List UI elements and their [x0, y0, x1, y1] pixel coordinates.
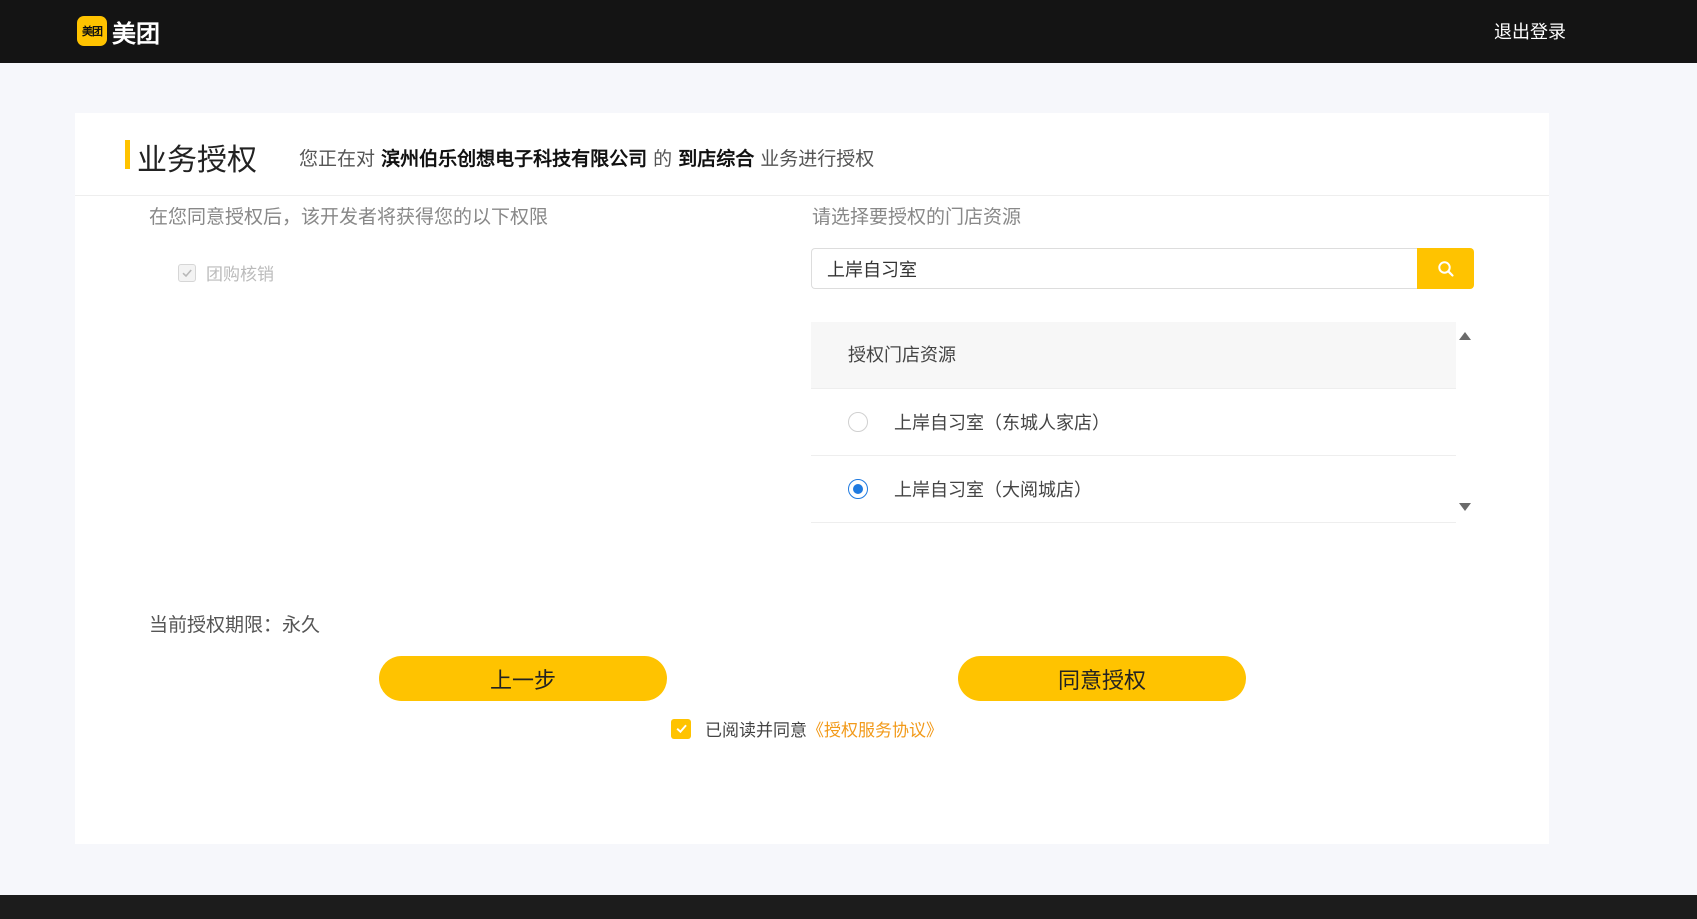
company-name: 滨州伯乐创想电子科技有限公司	[381, 148, 648, 170]
store-row[interactable]: 上岸自习室（大阅城店）	[811, 456, 1456, 523]
subtitle-suffix: 业务进行授权	[760, 148, 875, 170]
store-select-intro: 请选择要授权的门店资源	[812, 206, 1022, 228]
page-title: 业务授权	[137, 143, 257, 178]
radio-dot	[853, 484, 863, 494]
check-icon	[182, 268, 192, 277]
agreement-row: 已阅读并同意 《授权服务协议》	[671, 716, 943, 741]
store-search-input[interactable]	[811, 248, 1417, 289]
top-bar: 美团 美团 退出登录	[0, 0, 1697, 63]
check-icon	[676, 724, 687, 734]
authorization-period: 当前授权期限：永久	[149, 614, 321, 636]
footer-bar	[0, 895, 1697, 919]
previous-step-button[interactable]: 上一步	[379, 656, 667, 701]
subtitle-middle: 的	[653, 148, 673, 170]
authorization-card: 业务授权 您正在对 滨州伯乐创想电子科技有限公司 的 到店综合 业务进行授权 在…	[75, 113, 1549, 844]
scroll-up-icon[interactable]	[1459, 332, 1471, 340]
title-accent-bar	[125, 140, 130, 169]
logo-badge: 美团	[77, 16, 107, 46]
store-row[interactable]: 上岸自习室（东城人家店）	[811, 389, 1456, 456]
agree-authorize-button[interactable]: 同意授权	[958, 656, 1246, 701]
business-name: 到店综合	[678, 148, 755, 170]
logout-link[interactable]: 退出登录	[1494, 18, 1566, 44]
agreement-checkbox[interactable]	[671, 718, 691, 739]
meituan-logo[interactable]: 美团 美团	[77, 16, 160, 48]
store-search	[811, 248, 1474, 289]
search-button[interactable]	[1417, 248, 1474, 289]
permission-label: 团购核销	[206, 265, 274, 285]
permission-checkbox	[178, 263, 196, 282]
store-radio[interactable]	[848, 412, 868, 432]
permission-item: 团购核销	[178, 260, 274, 285]
store-list: 授权门店资源 上岸自习室（东城人家店） 上岸自习室（大阅城店）	[811, 322, 1474, 523]
scroll-down-icon[interactable]	[1459, 503, 1471, 511]
card-header: 业务授权 您正在对 滨州伯乐创想电子科技有限公司 的 到店综合 业务进行授权	[75, 113, 1549, 196]
agreement-prefix: 已阅读并同意	[705, 721, 807, 741]
search-icon	[1437, 260, 1454, 277]
store-label: 上岸自习室（东城人家店）	[894, 413, 1110, 434]
store-list-header: 授权门店资源	[811, 322, 1456, 389]
logo-text: 美团	[112, 19, 160, 48]
subtitle-prefix: 您正在对	[299, 148, 376, 170]
store-list-scrollbar[interactable]	[1456, 322, 1474, 523]
page-subtitle: 您正在对 滨州伯乐创想电子科技有限公司 的 到店综合 业务进行授权	[299, 144, 874, 171]
permissions-intro: 在您同意授权后，该开发者将获得您的以下权限	[149, 206, 549, 228]
store-label: 上岸自习室（大阅城店）	[894, 480, 1092, 501]
agreement-link[interactable]: 《授权服务协议》	[807, 716, 943, 741]
store-radio-selected[interactable]	[848, 479, 868, 499]
